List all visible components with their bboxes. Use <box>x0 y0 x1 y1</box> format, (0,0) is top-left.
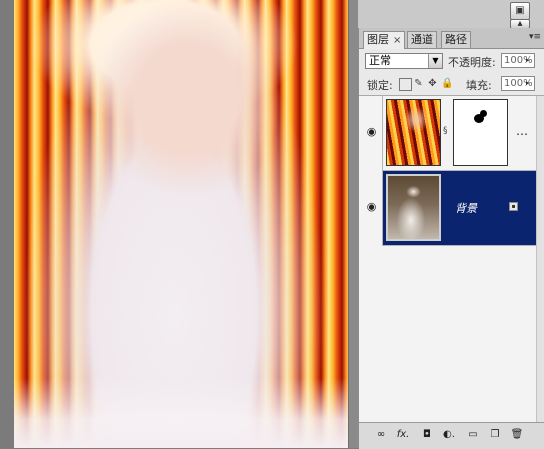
opacity-field[interactable]: 100% ▸ <box>501 53 535 68</box>
layer-background[interactable]: ◉ 背景 ▪ <box>359 171 544 246</box>
canvas-area <box>0 0 359 448</box>
chevron-right-icon[interactable]: ▸ <box>526 77 534 90</box>
new-layer-icon[interactable]: ❐ <box>487 427 503 443</box>
blend-mode-value: 正常 <box>369 54 391 67</box>
lock-move-icon[interactable]: ✥ <box>427 78 438 89</box>
link-icon[interactable]: ∞ <box>373 427 389 443</box>
mask-shape <box>480 110 487 117</box>
layer-thumbnail <box>386 99 441 166</box>
layer-fire[interactable]: ◉ § … <box>359 96 544 171</box>
opacity-label: 不透明度: <box>448 56 496 69</box>
eye-icon[interactable]: ◉ <box>364 199 379 214</box>
blend-row: 正常 ▼ 不透明度: 100% ▸ <box>359 50 544 72</box>
tab-paths-label: 路径 <box>445 33 467 46</box>
panel-tabbar: 图层 × 通道 路径 ▾≡ <box>359 28 544 49</box>
link-icon[interactable]: § <box>443 124 451 138</box>
layer-name[interactable]: 背景 <box>455 200 477 216</box>
window-controls: ▣ ▴ <box>358 0 544 29</box>
close-icon[interactable]: × <box>393 35 401 46</box>
tab-paths[interactable]: 路径 <box>441 31 471 48</box>
lock-all-icon[interactable]: 🔒 <box>441 78 453 89</box>
more-icon: … <box>516 124 528 138</box>
tab-layers[interactable]: 图层 × <box>363 31 406 49</box>
fill-field[interactable]: 100% ▸ <box>501 76 535 91</box>
layers-panel: 图层 × 通道 路径 ▾≡ 正常 ▼ 不透明度: 100% ▸ 锁定: ✎ ✥ 🔒… <box>358 28 544 449</box>
layers-list: ◉ § … ◉ 背景 ▪ <box>359 96 544 422</box>
mask-icon[interactable]: ◘ <box>419 427 435 443</box>
fill-label: 填充: <box>466 79 492 92</box>
lock-brush-icon[interactable]: ✎ <box>413 78 424 89</box>
layers-scrollbar[interactable] <box>536 96 544 422</box>
blend-mode-select[interactable]: 正常 ▼ <box>365 53 443 69</box>
document-image[interactable] <box>14 0 348 448</box>
lock-row: 锁定: ✎ ✥ 🔒 填充: 100% ▸ <box>359 73 544 96</box>
fx-icon[interactable]: fx. <box>395 427 411 443</box>
eye-icon[interactable]: ◉ <box>364 124 379 139</box>
tab-channels-label: 通道 <box>411 33 433 46</box>
tab-channels[interactable]: 通道 <box>407 31 437 48</box>
tab-layers-label: 图层 <box>367 33 389 46</box>
adjustment-icon[interactable]: ◐. <box>441 427 457 443</box>
layer-mask-thumbnail[interactable] <box>453 99 508 166</box>
trash-icon[interactable]: 🗑 <box>509 427 525 443</box>
lock-icon: ▪ <box>509 202 518 211</box>
lock-label: 锁定: <box>367 79 393 92</box>
group-icon[interactable]: ▭ <box>465 427 481 443</box>
panel-footer: ∞ fx. ◘ ◐. ▭ ❐ 🗑 <box>359 422 544 449</box>
chevron-down-icon: ▼ <box>428 54 442 68</box>
lock-transparent-icon[interactable] <box>399 78 412 91</box>
layer-thumbnail <box>386 174 441 241</box>
chevron-right-icon[interactable]: ▸ <box>526 54 534 67</box>
panel-menu-icon[interactable]: ▾≡ <box>529 32 541 42</box>
